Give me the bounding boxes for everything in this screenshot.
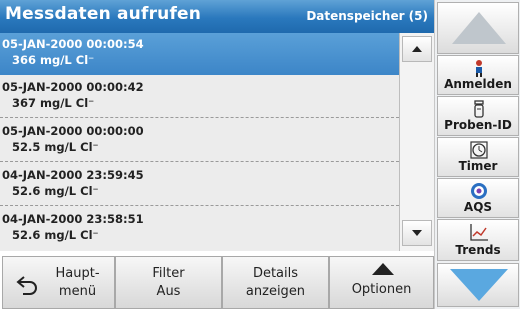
record-datetime: 05-JAN-2000 00:00:00 [2, 124, 144, 138]
list-item[interactable]: 05-JAN-2000 00:00:42 367 mg/L Cl⁻ [0, 76, 399, 118]
record-value: 52.6 mg/L Cl⁻ [12, 228, 99, 242]
record-value: 52.6 mg/L Cl⁻ [12, 184, 99, 198]
triangle-up-icon [372, 263, 394, 275]
list-scrollbar[interactable] [399, 33, 434, 251]
back-arrow-icon [16, 276, 37, 295]
list-item[interactable]: 04-JAN-2000 23:58:51 52.6 mg/L Cl⁻ [0, 208, 399, 250]
sidebar-item-timer[interactable]: Timer [437, 137, 519, 177]
sidebar-item-label: Trends [455, 243, 501, 257]
data-memory-count: Datenspeicher (5) [306, 9, 428, 23]
sidebar-item-label: Anmelden [444, 77, 512, 91]
page-title: Messdaten aufrufen [5, 4, 202, 24]
main-menu-label-2: menü [58, 284, 97, 299]
sidebar-item-label: Timer [458, 159, 498, 173]
trends-chart-icon [470, 224, 488, 241]
list-item[interactable]: 05-JAN-2000 00:00:54 366 mg/L Cl⁻ [0, 33, 399, 75]
main-menu-label-1: Haupt- [55, 266, 100, 281]
record-datetime: 05-JAN-2000 00:00:42 [2, 80, 144, 94]
sidebar-item-trends[interactable]: Trends [437, 219, 519, 261]
sidebar-item-label: Proben-ID [444, 118, 512, 132]
sidebar-item-anmelden[interactable]: Anmelden [437, 55, 519, 95]
nav-up-button[interactable] [437, 2, 519, 54]
sidebar-item-label: AQS [463, 200, 493, 214]
main-panel: Messdaten aufrufen Datenspeicher (5) 05-… [0, 0, 434, 309]
sidebar-item-aqs[interactable]: AQS [437, 178, 519, 218]
measurement-list: 05-JAN-2000 00:00:54 366 mg/L Cl⁻ 05-JAN… [0, 33, 399, 251]
title-bar: Messdaten aufrufen Datenspeicher (5) [0, 0, 434, 33]
scroll-up-button[interactable] [402, 36, 432, 62]
record-value: 52.5 mg/L Cl⁻ [12, 140, 99, 154]
aqs-icon [471, 183, 487, 199]
details-button[interactable]: Details anzeigen [222, 256, 329, 309]
record-value: 367 mg/L Cl⁻ [12, 96, 95, 110]
details-label-2: anzeigen [245, 284, 306, 299]
options-button[interactable]: Optionen [329, 256, 434, 309]
user-icon [476, 60, 482, 77]
record-datetime: 04-JAN-2000 23:58:51 [2, 212, 144, 226]
filter-label-1: Filter [152, 266, 185, 281]
filter-label-2: Aus [156, 284, 181, 299]
arrow-down-icon [450, 269, 508, 301]
options-label: Optionen [351, 282, 412, 297]
record-datetime: 05-JAN-2000 00:00:54 [2, 37, 144, 51]
caret-up-icon [412, 46, 422, 52]
record-datetime: 04-JAN-2000 23:59:45 [2, 168, 144, 182]
arrow-up-icon [452, 12, 506, 44]
nav-down-button[interactable] [437, 263, 519, 307]
right-sidebar: Anmelden Proben-ID Timer AQS Trends [434, 0, 520, 309]
sidebar-item-proben-id[interactable]: Proben-ID [437, 96, 519, 136]
bottom-toolbar: Haupt- menü Filter Aus Details anzeigen … [0, 256, 434, 309]
list-item[interactable]: 04-JAN-2000 23:59:45 52.6 mg/L Cl⁻ [0, 164, 399, 206]
main-menu-button[interactable]: Haupt- menü [2, 256, 115, 309]
sample-vial-icon [474, 100, 484, 118]
timer-icon [470, 141, 488, 159]
caret-down-icon [412, 230, 422, 236]
record-value: 366 mg/L Cl⁻ [12, 53, 95, 67]
list-item[interactable]: 05-JAN-2000 00:00:00 52.5 mg/L Cl⁻ [0, 120, 399, 162]
scroll-down-button[interactable] [402, 220, 432, 246]
details-label-1: Details [252, 266, 299, 281]
filter-button[interactable]: Filter Aus [115, 256, 222, 309]
